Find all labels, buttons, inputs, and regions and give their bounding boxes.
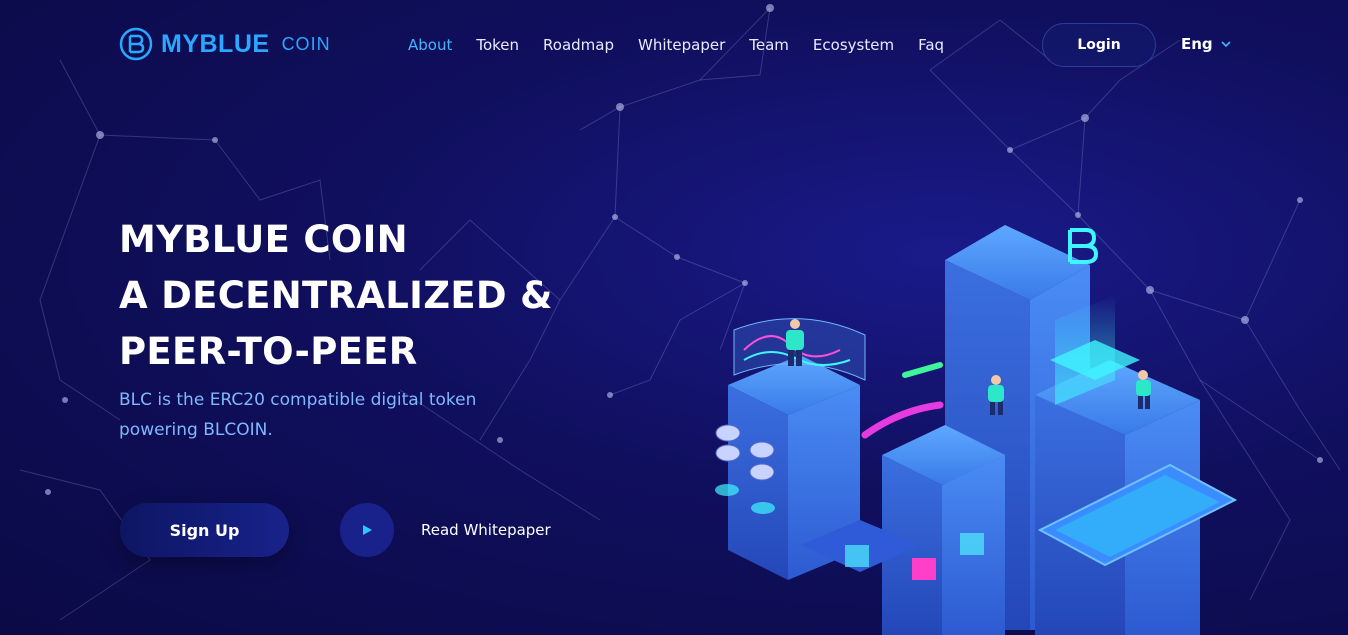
language-label: Eng [1181,35,1213,53]
play-whitepaper-button[interactable] [340,503,394,557]
hero-subtitle: BLC is the ERC20 compatible digital toke… [119,390,477,440]
play-icon [363,525,372,535]
nav-item-whitepaper[interactable]: Whitepaper [638,36,725,54]
nav-item-team[interactable]: Team [749,36,789,54]
nav-item-faq[interactable]: Faq [918,36,944,54]
brand-name: MYBLUE [161,29,270,58]
read-whitepaper-link[interactable]: Read Whitepaper [421,521,551,539]
hero-title-line-3: PEER-TO-PEER [119,330,418,373]
signup-button[interactable]: Sign Up [120,503,289,557]
main-nav: About Token Roadmap Whitepaper Team Ecos… [408,36,968,54]
language-selector[interactable]: Eng [1181,35,1231,53]
brand-suffix: COIN [281,33,331,54]
chevron-down-icon [1221,41,1231,48]
nav-item-about[interactable]: About [408,36,452,54]
hero-title-line-1: MYBLUE COIN [119,218,408,261]
brand-logo[interactable]: MYBLUE COIN [119,27,331,61]
logo-icon [119,27,153,61]
hero-title: MYBLUE COIN A DECENTRALIZED & PEER-TO-PE… [119,212,553,380]
hero-title-line-2: A DECENTRALIZED & [119,274,553,317]
login-button[interactable]: Login [1042,23,1156,67]
nav-item-roadmap[interactable]: Roadmap [543,36,614,54]
nav-item-token[interactable]: Token [476,36,519,54]
hero-illustration [715,225,1238,635]
nav-item-ecosystem[interactable]: Ecosystem [813,36,894,54]
